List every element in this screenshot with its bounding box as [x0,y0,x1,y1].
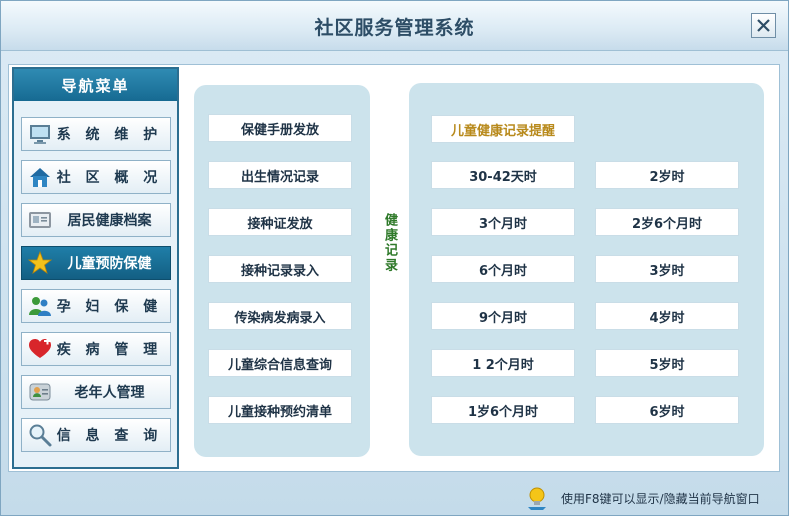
contact-card-icon [25,377,55,407]
reminder-6-months[interactable]: 6个月时 [431,255,575,283]
id-card-icon [25,205,55,235]
people-icon [25,291,55,321]
house-icon [25,162,55,192]
app-window: 社区服务管理系统 导航菜单 系 统 维 护 社 区 概 况 居民健康档案 儿童预… [0,0,789,516]
nav-item-child-preventive-care[interactable]: 儿童预防保健 [21,246,171,280]
sidebar-header: 导航菜单 [14,69,177,101]
btn-birth-record[interactable]: 出生情况记录 [208,161,352,189]
nav-label: 信 息 查 询 [56,428,163,444]
nav-item-system-maintenance[interactable]: 系 统 维 护 [21,117,171,151]
nav-item-community-overview[interactable]: 社 区 概 况 [21,160,171,194]
nav-label: 疾 病 管 理 [56,342,163,358]
nav-item-information-query[interactable]: 信 息 查 询 [21,418,171,452]
nav-label: 居民健康档案 [67,213,152,229]
reminder-30-42-days[interactable]: 30-42天时 [431,161,575,189]
btn-vaccination-schedule[interactable]: 儿童接种预约清单 [208,396,352,424]
reminder-12-months[interactable]: 1 2个月时 [431,349,575,377]
nav-label: 孕 妇 保 健 [56,299,163,315]
close-icon [757,19,770,32]
reminder-4-years[interactable]: 4岁时 [595,302,739,330]
btn-child-info-query[interactable]: 儿童综合信息查询 [208,349,352,377]
btn-vaccination-card[interactable]: 接种证发放 [208,208,352,236]
window-title: 社区服务管理系统 [314,17,475,39]
btn-infectious-disease-entry[interactable]: 传染病发病录入 [208,302,352,330]
reminder-6-years[interactable]: 6岁时 [595,396,739,424]
health-record-label: 健康记录 [382,213,397,273]
nav-sidebar: 导航菜单 系 统 维 护 社 区 概 况 居民健康档案 儿童预防保健 孕 妇 保… [12,67,179,469]
btn-handbook-distribution[interactable]: 保健手册发放 [208,114,352,142]
magnifier-icon [25,420,55,450]
reminder-2y6m[interactable]: 2岁6个月时 [595,208,739,236]
reminder-title: 儿童健康记录提醒 [431,115,575,143]
reminder-1y6m[interactable]: 1岁6个月时 [431,396,575,424]
nav-label: 社 区 概 况 [56,170,163,186]
title-bar: 社区服务管理系统 [1,1,788,51]
reminder-3-months[interactable]: 3个月时 [431,208,575,236]
btn-vaccination-entry[interactable]: 接种记录录入 [208,255,352,283]
nav-item-elderly-management[interactable]: 老年人管理 [21,375,171,409]
nav-label: 儿童预防保健 [67,256,152,272]
nav-item-maternal-care[interactable]: 孕 妇 保 健 [21,289,171,323]
lightbulb-icon [528,487,546,510]
nav-item-resident-health-records[interactable]: 居民健康档案 [21,203,171,237]
star-icon [25,248,55,278]
heart-icon [25,334,55,364]
reminder-9-months[interactable]: 9个月时 [431,302,575,330]
monitor-icon [25,119,55,149]
reminder-3-years[interactable]: 3岁时 [595,255,739,283]
reminder-2-years[interactable]: 2岁时 [595,161,739,189]
nav-item-disease-management[interactable]: 疾 病 管 理 [21,332,171,366]
reminder-5-years[interactable]: 5岁时 [595,349,739,377]
status-hint: 使用F8键可以显示/隐藏当前导航窗口 [561,492,760,506]
close-button[interactable] [751,13,776,38]
nav-label: 老年人管理 [74,385,145,401]
nav-label: 系 统 维 护 [56,127,163,143]
